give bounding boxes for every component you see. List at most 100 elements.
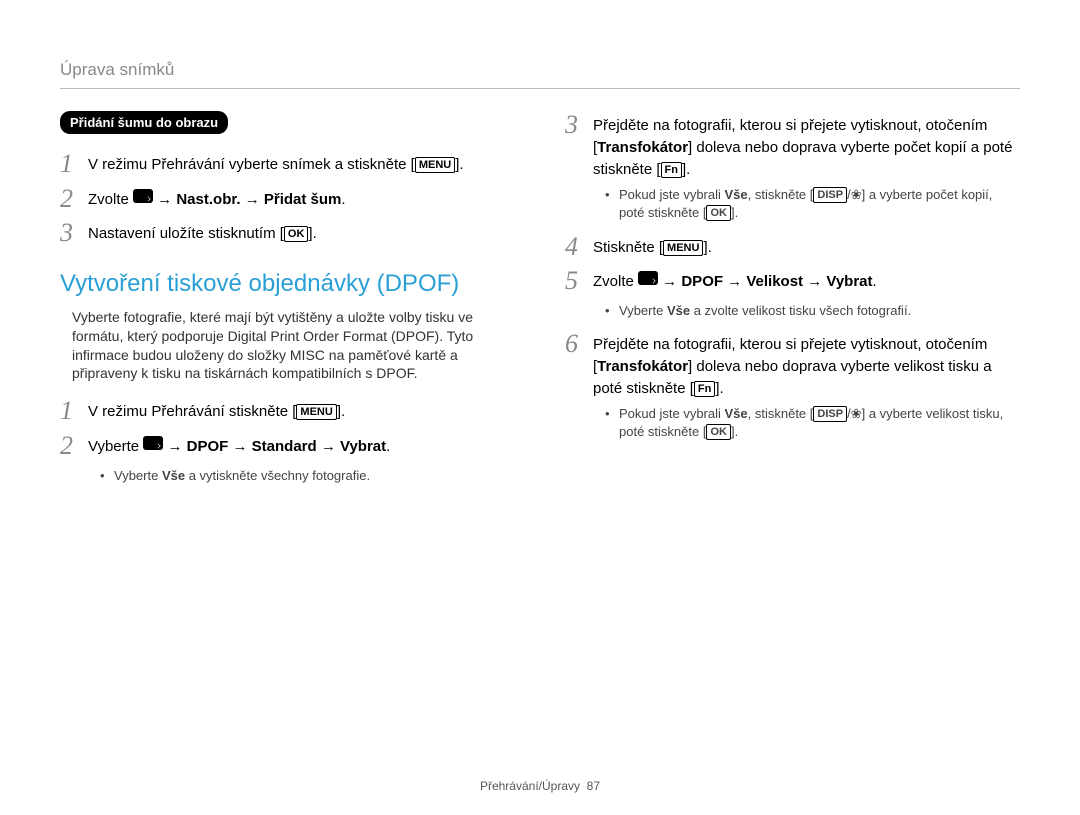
subsection-pill: Přidání šumu do obrazu [60, 111, 228, 134]
text: ]. [682, 161, 690, 178]
step-text: Přejděte na fotografii, kterou si přejet… [593, 111, 1020, 180]
text: Stiskněte [ [593, 239, 663, 256]
step-number: 3 [565, 111, 593, 140]
text: V režimu Přehrávání stiskněte [ [88, 403, 296, 420]
step-number: 5 [565, 267, 593, 296]
macro-flower-icon: ❀ [851, 406, 862, 421]
dpof-step-1: 1 V režimu Přehrávání stiskněte [MENU]. [60, 397, 515, 426]
bullet-text: Vyberte Vše a zvolte velikost tisku všec… [619, 302, 911, 320]
dpof-step-2: 2 Vyberte → DPOF → Standard → Vybrat. [60, 432, 515, 461]
bold: Vše [725, 187, 748, 202]
fn-button-label: Fn [694, 381, 715, 397]
step-2: 2 Zvolte → Nast.obr. → Přidat šum. [60, 185, 515, 214]
disp-button-label: DISP [813, 406, 847, 422]
bold-path: → Nast.obr. → Přidat šum [153, 191, 341, 208]
dpof-step-6: 6 Přejděte na fotografii, kterou si přej… [565, 330, 1020, 399]
step-number: 4 [565, 233, 593, 262]
text: Vyberte [114, 468, 162, 483]
ok-button-label: OK [284, 226, 309, 242]
menu-button-label: MENU [663, 240, 703, 256]
dpof-step-5: 5 Zvolte → DPOF → Velikost → Vybrat. [565, 267, 1020, 296]
bold: Transfokátor [597, 139, 688, 156]
dpof-step-3: 3 Přejděte na fotografii, kterou si přej… [565, 111, 1020, 180]
sub-bullets: • Pokud jste vybrali Vše, stiskněte [DIS… [605, 186, 1020, 222]
text: . [341, 191, 345, 208]
step-text: Vyberte → DPOF → Standard → Vybrat. [88, 432, 390, 458]
bullet-text: Vyberte Vše a vytiskněte všechny fotogra… [114, 467, 370, 485]
text: , stiskněte [ [748, 187, 814, 202]
text: ]. [731, 424, 738, 439]
settings-chip-icon [133, 189, 153, 203]
dpof-step-4: 4 Stiskněte [MENU]. [565, 233, 1020, 262]
step-number: 1 [60, 397, 88, 426]
text: a vytiskněte všechny fotografie. [185, 468, 370, 483]
disp-button-label: DISP [813, 187, 847, 203]
step-text: Nastavení uložíte stisknutím [OK]. [88, 219, 317, 245]
bold-path: → DPOF → Standard → Vybrat [163, 438, 386, 455]
bold: Vše [725, 406, 748, 421]
step-3: 3 Nastavení uložíte stisknutím [OK]. [60, 219, 515, 248]
menu-button-label: MENU [296, 404, 336, 420]
bullet: • Pokud jste vybrali Vše, stiskněte [DIS… [605, 186, 1020, 222]
ok-button-label: OK [706, 205, 731, 221]
menu-button-label: MENU [415, 157, 455, 173]
text: a zvolte velikost tisku všech fotografií… [690, 303, 911, 318]
text: Nastavení uložíte stisknutím [ [88, 225, 284, 242]
text: Zvolte [88, 191, 133, 208]
bold: Transfokátor [597, 358, 688, 375]
text: ]. [337, 403, 345, 420]
text: ]. [308, 225, 316, 242]
footer-page-number: 87 [587, 779, 600, 793]
ok-button-label: OK [706, 424, 731, 440]
footer-section: Přehrávání/Úpravy [480, 779, 580, 793]
step-number: 2 [60, 432, 88, 461]
text: V režimu Přehrávání vyberte snímek a sti… [88, 156, 415, 173]
bullet-text: Pokud jste vybrali Vše, stiskněte [DISP/… [619, 186, 1020, 222]
page-header: Úprava snímků [60, 60, 1020, 89]
step-number: 1 [60, 150, 88, 179]
section-title: Vytvoření tiskové objednávky (DPOF) [60, 270, 515, 298]
sub-bullets: • Pokud jste vybrali Vše, stiskněte [DIS… [605, 405, 1020, 441]
step-number: 3 [60, 219, 88, 248]
sub-bullets: • Vyberte Vše a vytiskněte všechny fotog… [100, 467, 515, 485]
bullet-dot-icon: • [605, 405, 619, 423]
page-footer: Přehrávání/Úpravy 87 [60, 779, 1020, 793]
left-column: Přidání šumu do obrazu 1 V režimu Přehrá… [60, 111, 515, 495]
text: ]. [703, 239, 711, 256]
step-text: Zvolte → Nast.obr. → Přidat šum. [88, 185, 346, 211]
bullet: • Vyberte Vše a zvolte velikost tisku vš… [605, 302, 1020, 320]
bold-path: → DPOF → Velikost → Vybrat [658, 273, 873, 290]
sub-bullets: • Vyberte Vše a zvolte velikost tisku vš… [605, 302, 1020, 320]
step-number: 2 [60, 185, 88, 214]
text: Zvolte [593, 273, 638, 290]
step-text: Stiskněte [MENU]. [593, 233, 712, 259]
bullet-text: Pokud jste vybrali Vše, stiskněte [DISP/… [619, 405, 1020, 441]
bullet: • Vyberte Vše a vytiskněte všechny fotog… [100, 467, 515, 485]
settings-chip-icon [143, 436, 163, 450]
step-text: Přejděte na fotografii, kterou si přejet… [593, 330, 1020, 399]
text: Pokud jste vybrali [619, 406, 725, 421]
text: ]. [715, 380, 723, 397]
step-text: V režimu Přehrávání vyberte snímek a sti… [88, 150, 464, 176]
text: . [386, 438, 390, 455]
text: Vyberte [88, 438, 143, 455]
step-1: 1 V režimu Přehrávání vyberte snímek a s… [60, 150, 515, 179]
text: Pokud jste vybrali [619, 187, 725, 202]
section-intro: Vyberte fotografie, které mají být vytiš… [72, 308, 515, 384]
settings-chip-icon [638, 271, 658, 285]
bullet: • Pokud jste vybrali Vše, stiskněte [DIS… [605, 405, 1020, 441]
text: , stiskněte [ [748, 406, 814, 421]
step-number: 6 [565, 330, 593, 359]
right-column: 3 Přejděte na fotografii, kterou si přej… [565, 111, 1020, 495]
fn-button-label: Fn [661, 162, 682, 178]
bullet-dot-icon: • [605, 302, 619, 320]
content-columns: Přidání šumu do obrazu 1 V režimu Přehrá… [60, 111, 1020, 495]
text: ]. [455, 156, 463, 173]
text: . [873, 273, 877, 290]
step-text: Zvolte → DPOF → Velikost → Vybrat. [593, 267, 877, 293]
step-text: V režimu Přehrávání stiskněte [MENU]. [88, 397, 345, 423]
bold: Vše [162, 468, 185, 483]
bullet-dot-icon: • [605, 186, 619, 204]
macro-flower-icon: ❀ [851, 187, 862, 202]
text: ]. [731, 205, 738, 220]
